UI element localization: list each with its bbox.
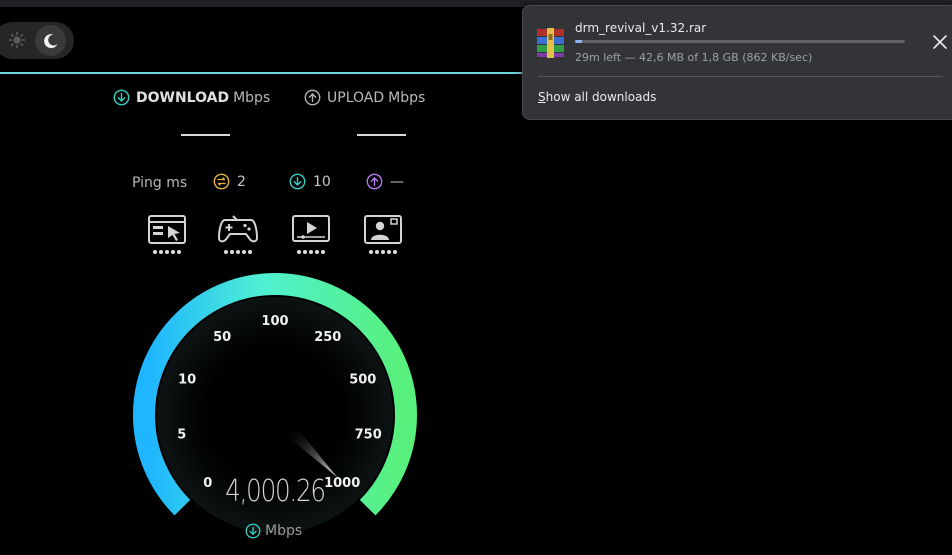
show-all-label-rest: how all downloads [545,90,657,104]
upload-result-placeholder [357,134,406,136]
idle-latency-icon [213,173,230,190]
theme-toggle[interactable] [0,22,74,59]
upload-mode-label: UPLOAD [327,89,385,106]
speed-value: 4,000.26 [225,474,326,509]
activity-web-browsing[interactable] [143,214,191,254]
rating-dot [159,250,163,254]
rating-dot [321,250,325,254]
ping-download: 10 [289,173,331,190]
download-mode-label: DOWNLOAD [136,89,230,106]
gaming-rating [224,250,252,254]
upload-arrow-icon [304,89,321,106]
rating-dot [177,250,181,254]
video-chat-icon [364,215,402,244]
show-all-accesskey: S [538,90,546,104]
rating-dot [171,250,175,254]
download-filename[interactable]: drm_revival_v1.32.rar [575,21,706,35]
upload-mode-tab[interactable]: UPLOAD Mbps [304,89,425,106]
show-all-downloads-link[interactable]: Show all downloads [538,90,656,104]
rating-dot [297,250,301,254]
web-browsing-rating [153,250,181,254]
winrar-archive-icon [537,28,564,58]
video-streaming-rating [297,250,325,254]
ping-idle-value: 2 [237,173,246,190]
rating-dot [165,250,169,254]
download-progress-bar [575,40,905,43]
header-accent-line [0,72,530,74]
upload-latency-icon [366,173,383,190]
download-progress-fill [575,40,582,43]
rating-dot [153,250,157,254]
gauge-tick-label: 5 [177,428,186,443]
download-arrow-icon [245,523,261,539]
rating-dot [315,250,319,254]
rating-dot [393,250,397,254]
rating-dot [369,250,373,254]
rating-dot [224,250,228,254]
activity-video-streaming[interactable] [287,214,335,254]
moon-icon[interactable] [35,25,66,56]
video-streaming-icon [292,215,330,242]
gauge-tick-label: 750 [355,428,382,443]
rating-dot [230,250,234,254]
ping-download-value: 10 [313,173,331,190]
gauge-tick-label: 250 [314,330,341,345]
rating-dot [387,250,391,254]
activity-gaming[interactable] [214,214,262,254]
gauge-tick-label: 100 [261,314,288,329]
rating-dot [242,250,246,254]
gaming-icon [218,215,258,243]
rating-dot [381,250,385,254]
download-arrow-icon [113,89,130,106]
activity-video-chat[interactable] [359,214,407,254]
download-result-placeholder [181,134,230,136]
downloads-divider [538,76,943,77]
gauge-tick-label: 50 [213,330,231,345]
web-browsing-icon [148,215,186,244]
rating-dot [375,250,379,254]
download-latency-icon [289,173,306,190]
speed-unit: Mbps [265,523,303,539]
rating-dot [248,250,252,254]
gauge-tick-label: 10 [178,373,196,388]
ping-upload: — [366,173,404,190]
upload-mode-unit: Mbps [388,89,426,106]
close-icon[interactable] [930,32,950,52]
ping-label: Ping ms [132,175,188,191]
rating-dot [303,250,307,254]
ping-upload-value: — [390,173,404,190]
gauge-needle [282,422,338,478]
gauge-tick-label: 500 [349,373,376,388]
download-mode-tab[interactable]: DOWNLOAD Mbps [113,89,270,106]
video-chat-rating [369,250,397,254]
rating-dot [236,250,240,254]
sun-icon[interactable] [2,25,32,55]
ping-idle: 2 [213,173,246,190]
download-mode-unit: Mbps [233,89,271,106]
gauge-tick-label: 0 [203,476,212,491]
speed-unit-label: Mbps [245,523,302,539]
download-status: 29m left — 42,6 MB of 1,8 GB (862 KB/sec… [575,51,813,64]
speedtest-page: DOWNLOADMbps UPLOADMbps Ping ms 2 10 — [0,0,952,555]
rating-dot [309,250,313,254]
downloads-bubble: drm_revival_v1.32.rar 29m left — 42,6 MB… [522,5,952,120]
